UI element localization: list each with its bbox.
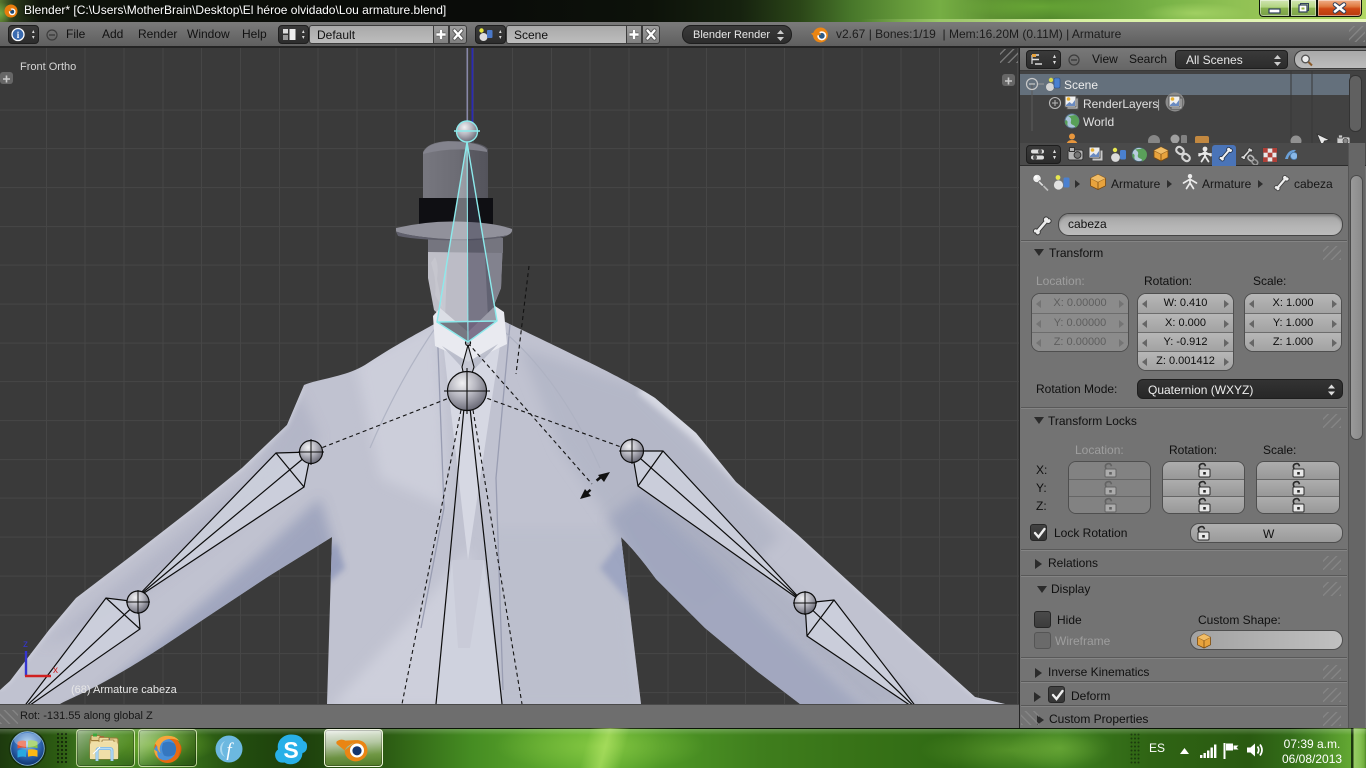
svg-text:World: World <box>1083 115 1114 129</box>
svg-text:S: S <box>283 737 298 763</box>
svg-text:z: z <box>23 639 28 650</box>
svg-text:cabeza: cabeza <box>1294 177 1333 191</box>
svg-text:Armature: Armature <box>1202 177 1252 191</box>
svg-text:x: x <box>53 665 58 676</box>
svg-text:RenderLayers: RenderLayers <box>1083 97 1158 111</box>
svg-text:Armature: Armature <box>1111 177 1161 191</box>
svg-text:Scene: Scene <box>1064 78 1098 92</box>
svg-text:|: | <box>1157 97 1160 111</box>
svg-text:Front Ortho: Front Ortho <box>20 61 76 73</box>
svg-text:(68) Armature cabeza: (68) Armature cabeza <box>71 684 178 696</box>
